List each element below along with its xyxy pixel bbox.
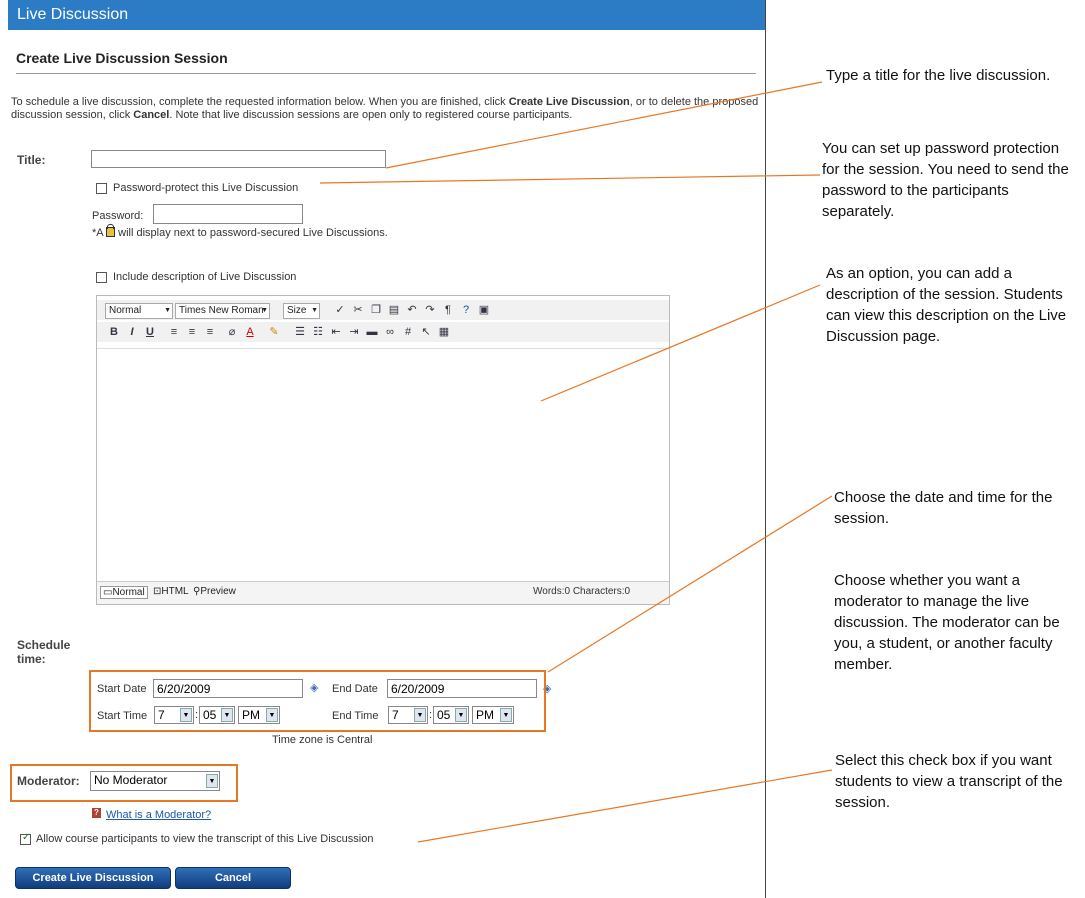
callout-line-transcript [417, 769, 833, 843]
annotation-password: You can set up password protection for t… [822, 140, 1069, 220]
annotation-transcript: Select this check box if you want studen… [835, 752, 1063, 811]
callout-line-password [319, 174, 821, 184]
callout-line-schedule [547, 495, 833, 673]
annotation-schedule: Choose the date and time for the session… [834, 489, 1053, 527]
callout-line-description [540, 284, 821, 402]
annotation-description: As an option, you can add a description … [826, 265, 1067, 345]
annotation-title: Type a title for the live discussion. [826, 67, 1051, 84]
callout-line-title [385, 81, 823, 169]
annotation-moderator: Choose whether you want a moderator to m… [834, 572, 1060, 673]
